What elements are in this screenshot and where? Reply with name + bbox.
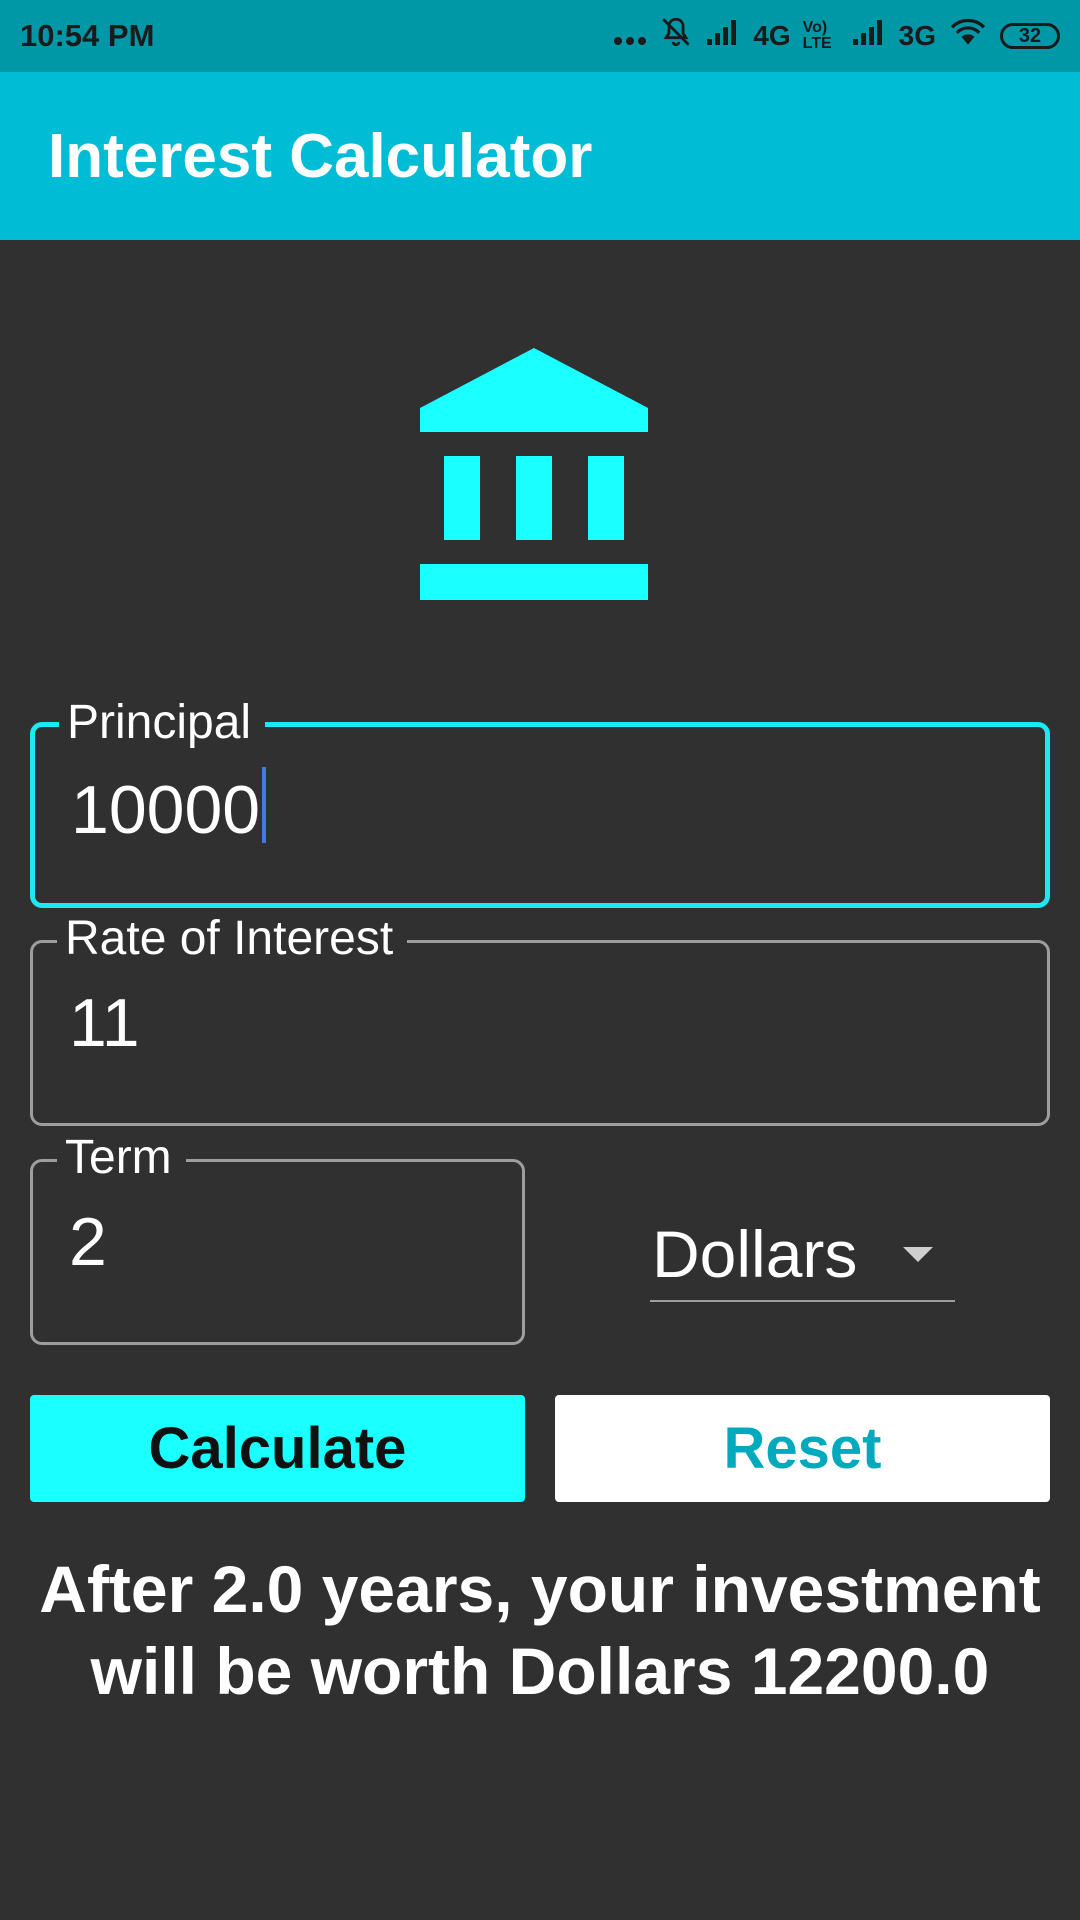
principal-input[interactable]: 10000 — [71, 767, 267, 850]
dropdown-arrow-icon — [903, 1247, 933, 1262]
rate-label: Rate of Interest — [57, 913, 408, 965]
bank-icon — [420, 348, 648, 600]
status-icons: 4G Vo) LTE 3G 32 — [613, 15, 1060, 57]
currency-dropdown[interactable]: Dollars — [650, 1210, 955, 1302]
term-value: 2 — [69, 1204, 107, 1280]
muted-bell-icon — [659, 15, 693, 57]
battery-level: 32 — [1018, 24, 1042, 47]
currency-selected: Dollars — [652, 1217, 858, 1291]
result-line-1: After 2.0 years, your investment — [39, 1552, 1041, 1626]
principal-label: Principal — [59, 697, 266, 749]
text-cursor — [262, 767, 267, 843]
result-text: After 2.0 years, your investment will be… — [0, 1548, 1080, 1712]
app-bar: Interest Calculator — [0, 72, 1080, 240]
rate-value: 11 — [69, 985, 140, 1061]
volte-label: Vo) LTE — [802, 19, 832, 52]
term-label: Term — [57, 1132, 186, 1184]
more-dots-icon — [613, 18, 647, 54]
calculate-button[interactable]: Calculate — [30, 1395, 525, 1502]
result-line-2: will be worth Dollars 12200.0 — [90, 1634, 990, 1708]
term-input[interactable]: 2 — [69, 1202, 107, 1282]
battery-icon: 32 — [1000, 23, 1060, 49]
status-time: 10:54 PM — [20, 18, 155, 53]
status-bar: 10:54 PM 4G Vo) LTE 3G 32 — [0, 0, 1080, 72]
app-title: Interest Calculator — [48, 121, 593, 191]
rate-field[interactable]: Rate of Interest 11 — [30, 913, 1050, 1126]
rate-input[interactable]: 11 — [69, 983, 140, 1063]
network-type-2: 3G — [898, 20, 936, 51]
term-field[interactable]: Term 2 — [30, 1132, 525, 1345]
principal-value: 10000 — [71, 772, 261, 848]
signal-icon — [705, 17, 741, 55]
network-type-1: 4G — [753, 20, 791, 51]
wifi-icon — [948, 16, 988, 56]
signal-icon — [851, 17, 887, 55]
reset-button[interactable]: Reset — [555, 1395, 1050, 1502]
principal-field[interactable]: Principal 10000 — [30, 697, 1050, 908]
